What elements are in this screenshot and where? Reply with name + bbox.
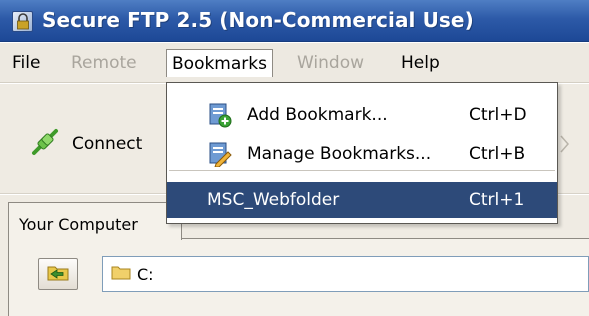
connect-label: Connect	[72, 134, 143, 154]
back-button[interactable]	[38, 258, 78, 290]
bookmark-label: MSC_Webfolder	[207, 190, 340, 210]
menu-file[interactable]: File	[7, 49, 45, 77]
path-field[interactable]: C:	[102, 256, 589, 292]
menu-separator	[169, 170, 555, 171]
manage-bookmarks-shortcut: Ctrl+B	[469, 144, 526, 164]
bookmarks-dropdown: Add Bookmark... Ctrl+D Manage Bookmarks.…	[166, 82, 558, 224]
add-bookmark-item[interactable]: Add Bookmark... Ctrl+D	[167, 97, 557, 133]
manage-bookmarks-label: Manage Bookmarks...	[247, 144, 432, 164]
manage-bookmarks-item[interactable]: Manage Bookmarks... Ctrl+B	[167, 136, 557, 172]
menu-bar: File Remote Bookmarks Window Help	[0, 43, 589, 83]
folder-back-icon	[46, 262, 70, 286]
plug-icon	[30, 127, 60, 162]
bookmark-msc-webfolder[interactable]: MSC_Webfolder Ctrl+1	[167, 182, 557, 218]
title-bar: Secure FTP 2.5 (Non-Commercial Use)	[0, 0, 589, 42]
menu-help[interactable]: Help	[396, 49, 445, 77]
window-title: Secure FTP 2.5 (Non-Commercial Use)	[42, 8, 474, 32]
path-value: C:	[137, 264, 154, 284]
connect-button[interactable]: Connect	[30, 127, 143, 162]
toolbar-arrow-icon	[560, 134, 570, 158]
bookmark-shortcut: Ctrl+1	[469, 190, 525, 210]
manage-bookmarks-icon	[208, 141, 232, 168]
drive-folder-icon	[111, 264, 131, 284]
menu-window[interactable]: Window	[292, 49, 369, 77]
add-bookmark-label: Add Bookmark...	[247, 105, 388, 125]
add-bookmark-shortcut: Ctrl+D	[469, 105, 527, 125]
menu-remote[interactable]: Remote	[66, 49, 142, 77]
add-bookmark-icon	[208, 102, 232, 128]
menu-bookmarks[interactable]: Bookmarks	[166, 49, 273, 77]
app-lock-icon	[12, 11, 33, 32]
tab-your-computer[interactable]: Your Computer	[8, 202, 182, 240]
